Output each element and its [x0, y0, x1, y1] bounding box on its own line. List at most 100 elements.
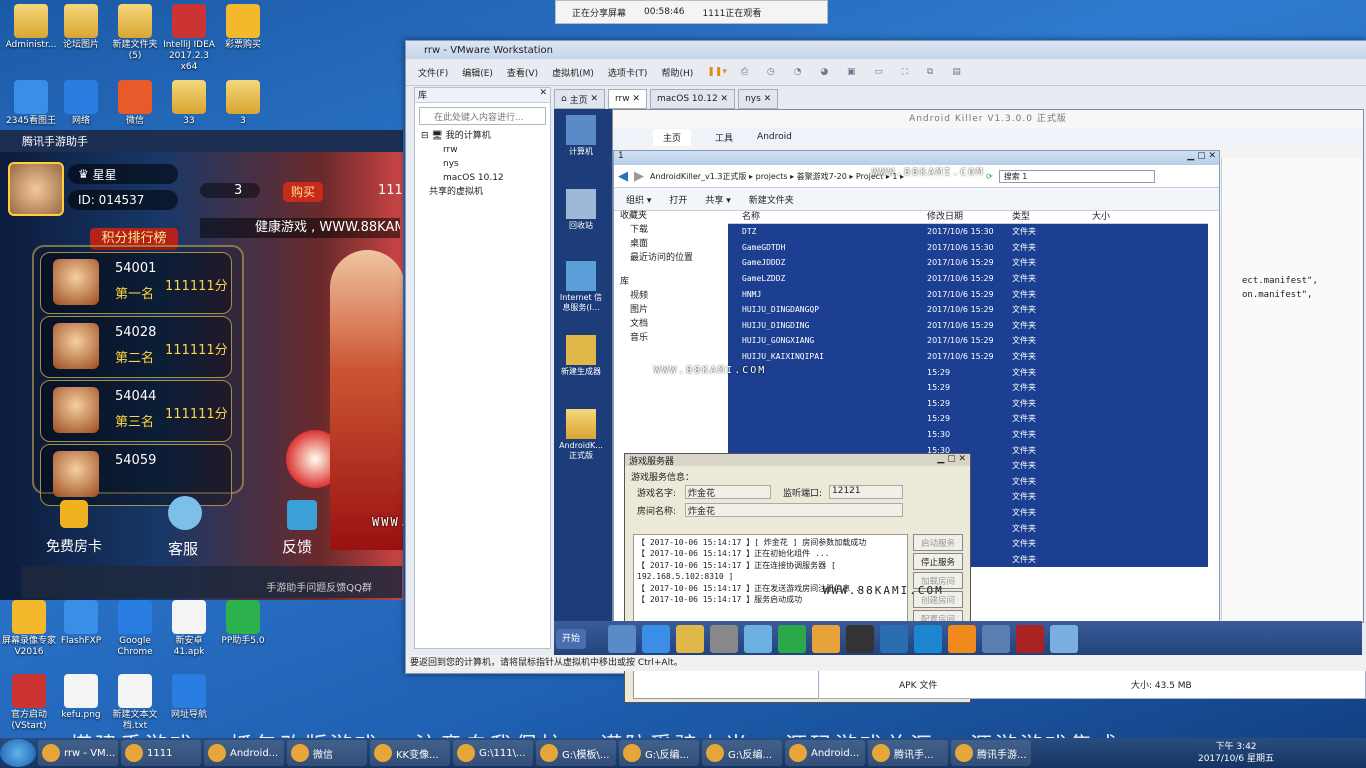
desktop-icon[interactable]: 官方启动 (VStart)	[0, 674, 58, 732]
nav-item[interactable]: 收藏夹	[620, 209, 730, 223]
col-type[interactable]: 类型	[1012, 209, 1092, 223]
ak-tab-home[interactable]: 主页	[653, 128, 692, 146]
file-row[interactable]: GameGDTDH 2017/10/6 15:30 文件夹	[728, 239, 1208, 256]
tab-home[interactable]: ⌂ 主页 ✕	[554, 89, 605, 109]
desktop-icon[interactable]: 论坛图片	[52, 4, 110, 51]
guest-app-icon[interactable]	[608, 625, 636, 653]
new-folder-button[interactable]: 新建文件夹	[749, 193, 794, 206]
file-row[interactable]: HNMJ 2017/10/6 15:29 文件夹	[728, 286, 1208, 302]
desktop-icon[interactable]: IntelliJ IDEA 2017.2.3 x64	[160, 4, 218, 73]
search-input[interactable]: 搜索 1	[998, 169, 1155, 183]
nav-item[interactable]: 最近访问的位置	[620, 251, 730, 265]
file-row[interactable]: 15:30 文件夹	[728, 426, 1208, 443]
guest-app-icon[interactable]	[1016, 625, 1044, 653]
desktop-icon[interactable]: PP助手5.0	[214, 600, 272, 647]
tab-macos[interactable]: macOS 10.12 ✕	[650, 89, 736, 109]
nav-item[interactable]: 视频	[620, 289, 730, 303]
tree-my-computer[interactable]: ⊟ 🖥 我的计算机	[421, 129, 550, 143]
start-button[interactable]	[0, 739, 36, 767]
nav-item[interactable]: 桌面	[620, 237, 730, 251]
free-card-label[interactable]: 免费房卡	[46, 536, 102, 556]
nav-item[interactable]: 库	[620, 275, 730, 289]
server-button[interactable]: 启动服务	[913, 534, 963, 551]
feedback-icon[interactable]	[287, 500, 317, 530]
guest-computer[interactable]: 计算机	[556, 115, 606, 157]
desktop-icon[interactable]: 屏幕录像专家 V2016	[0, 600, 58, 658]
guest-app-icon[interactable]	[812, 625, 840, 653]
guest-iis[interactable]: Internet 信息服务(I...	[556, 261, 606, 313]
nav-item[interactable]: 图片	[620, 303, 730, 317]
tree-rrw[interactable]: rrw	[421, 143, 550, 157]
menu-file[interactable]: 文件(F)	[418, 66, 448, 79]
taskbar-item[interactable]: G:\111\...	[453, 740, 533, 766]
explorer-window[interactable]: 1 ▁ ▢ ✕ ◀ ▶ AndroidKiller_v1.3正式版 ▸ proje…	[613, 150, 1220, 703]
taskbar-item[interactable]: G:\反编...	[702, 740, 782, 766]
guest-androidkiller[interactable]: AndroidK... 正式版	[556, 409, 606, 461]
game-window[interactable]: 腾讯手游助手 ♛ 星星 ID: 014537 3 购买 111 健康游戏 , W…	[0, 130, 403, 600]
nav-item[interactable]: 音乐	[620, 331, 730, 345]
close-icon[interactable]: ✕	[539, 88, 550, 98]
ak-tab-android[interactable]: Android	[757, 132, 792, 142]
server-button[interactable]: 停止服务	[913, 553, 963, 570]
file-row[interactable]: HUIJU_DINGDANGQP 2017/10/6 15:29 文件夹	[728, 301, 1208, 318]
col-date[interactable]: 修改日期	[927, 209, 1012, 223]
desktop-icon[interactable]: 新建文本文档.txt	[106, 674, 164, 732]
menu-tabs[interactable]: 选项卡(T)	[608, 66, 648, 79]
file-row[interactable]: 15:29 文件夹	[728, 379, 1208, 396]
tree-macos[interactable]: macOS 10.12	[421, 171, 550, 185]
taskbar-item[interactable]: 1111	[121, 740, 201, 766]
taskbar-item[interactable]: Android...	[204, 740, 284, 766]
window-controls[interactable]: ▁ ▢ ✕	[1187, 151, 1219, 161]
desktop-icon[interactable]: 网址导航	[160, 674, 218, 721]
service-label[interactable]: 客服	[168, 538, 198, 559]
refresh-icon[interactable]: ⟳	[986, 172, 993, 181]
game-name-field[interactable]: 炸金花	[685, 485, 771, 499]
taskbar-item[interactable]: rrw - VM...	[38, 740, 118, 766]
guest-app-icon[interactable]	[948, 625, 976, 653]
vmware-window[interactable]: rrw - VMware Workstation 文件(F) 编辑(E) 查看(…	[405, 40, 1366, 703]
col-size[interactable]: 大小	[1092, 209, 1152, 223]
guest-app-icon[interactable]	[676, 625, 704, 653]
guest-app-icon[interactable]	[710, 625, 738, 653]
file-row[interactable]: 15:29 文件夹	[728, 411, 1208, 427]
guest-generator[interactable]: 新建生成器	[556, 335, 606, 377]
file-row[interactable]: HUIJU_DINGDING 2017/10/6 15:29 文件夹	[728, 317, 1208, 334]
taskbar-item[interactable]: Android...	[785, 740, 865, 766]
taskbar-item[interactable]: KK变像...	[370, 740, 450, 766]
nav-item[interactable]: 文档	[620, 317, 730, 331]
menu-view[interactable]: 查看(V)	[507, 66, 538, 79]
rank-entry[interactable]: 54059	[40, 444, 232, 506]
system-clock[interactable]: 下午 3:42 2017/10/6 星期五	[1198, 741, 1274, 765]
tab-rrw[interactable]: rrw ✕	[608, 89, 648, 109]
buy-button[interactable]: 购买	[283, 182, 323, 202]
guest-app-icon[interactable]	[1050, 625, 1078, 653]
ak-tab-tools[interactable]: 工具	[715, 131, 733, 144]
guest-recycle-bin[interactable]: 回收站	[556, 189, 606, 231]
taskbar-item[interactable]: 腾讯手游...	[951, 740, 1031, 766]
guest-desktop[interactable]: 计算机 回收站 Internet 信息服务(I... 新建生成器 Android…	[554, 109, 1364, 703]
file-row[interactable]: 15:29 文件夹	[728, 395, 1208, 412]
tree-nys[interactable]: nys	[421, 157, 550, 171]
guest-app-icon[interactable]	[744, 625, 772, 653]
taskbar-item[interactable]: G:\模板\...	[536, 740, 616, 766]
taskbar-item[interactable]: G:\反编...	[619, 740, 699, 766]
menu-help[interactable]: 帮助(H)	[661, 66, 693, 79]
free-card-icon[interactable]	[60, 500, 88, 528]
menu-edit[interactable]: 编辑(E)	[462, 66, 493, 79]
open-button[interactable]: 打开	[669, 193, 687, 206]
apk-file-row[interactable]: APK 文件 大小: 43.5 MB	[818, 669, 1366, 699]
back-icon[interactable]: ◀	[618, 169, 628, 184]
room-field[interactable]: 炸金花	[685, 503, 903, 517]
desktop-icon[interactable]: 3	[214, 80, 272, 127]
port-field[interactable]: 12121	[829, 485, 903, 499]
forward-icon[interactable]: ▶	[634, 169, 644, 184]
taskbar-item[interactable]: 微信	[287, 740, 367, 766]
library-search-input[interactable]: 在此处键入内容进行...	[419, 107, 546, 125]
file-row[interactable]: HUIJU_KAIXINQIPAI 2017/10/6 15:29 文件夹	[728, 348, 1208, 365]
service-icon[interactable]	[168, 496, 202, 530]
file-row[interactable]: 15:29 文件夹	[728, 364, 1208, 380]
guest-app-icon[interactable]	[778, 625, 806, 653]
desktop-icon[interactable]: 微信	[106, 80, 164, 127]
rank-entry[interactable]: 54001 第一名 111111分	[40, 252, 232, 314]
guest-app-icon[interactable]	[880, 625, 908, 653]
